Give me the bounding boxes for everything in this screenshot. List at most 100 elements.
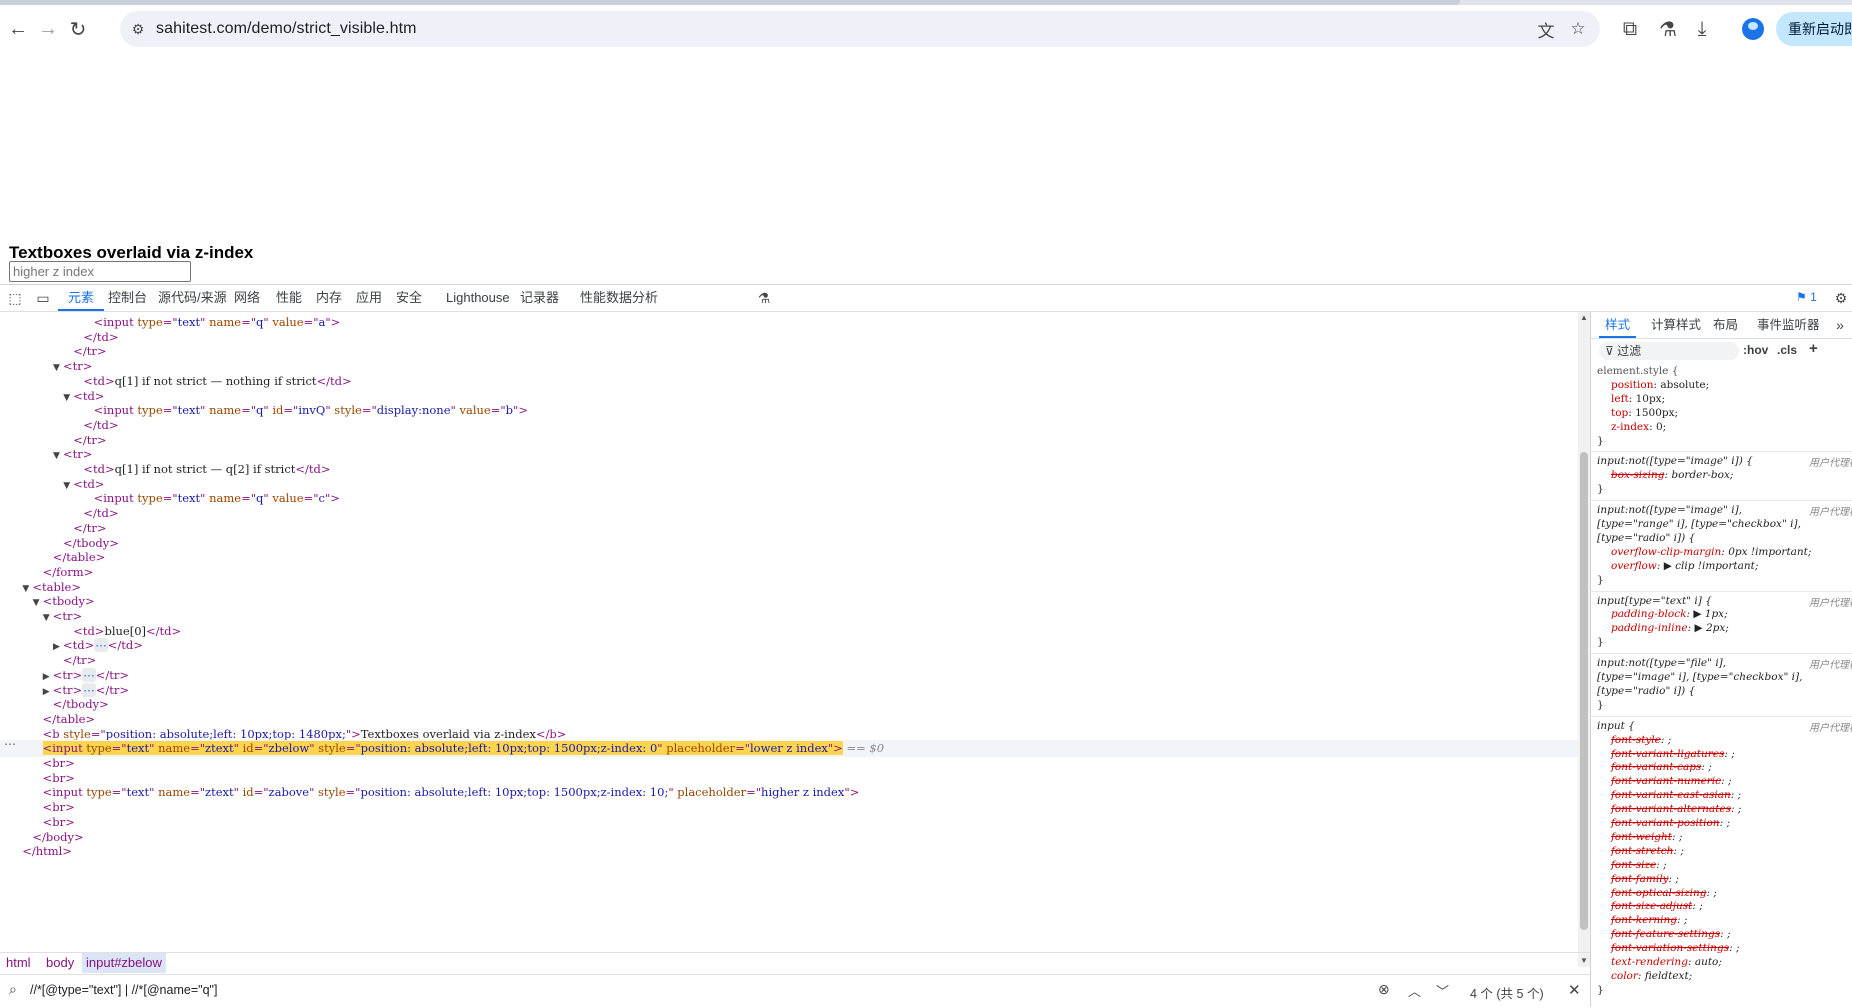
css-property[interactable]: padding-block: ▶ 1px;	[1611, 607, 1728, 621]
dom-node[interactable]: <input type="text" name="q" value="c">	[84, 490, 340, 507]
css-selector[interactable]: [type="radio" i]) {	[1597, 684, 1695, 698]
tab-9[interactable]: 记录器	[520, 285, 559, 311]
dom-node[interactable]: <input type="text" name="q" id="invQ" st…	[84, 402, 528, 419]
tab-8[interactable]: Lighthouse	[446, 285, 510, 311]
inspect-element-icon[interactable]: ⬚	[6, 289, 24, 307]
css-property[interactable]: top: 1500px;	[1611, 406, 1678, 420]
dom-node[interactable]: <input type="text" name="ztext" id="zabo…	[33, 784, 860, 801]
css-property[interactable]: font-variant-east-asian: ;	[1611, 788, 1741, 802]
dom-node[interactable]: <td>q[1] if not strict — nothing if stri…	[73, 373, 351, 390]
css-property[interactable]: position: absolute;	[1611, 378, 1709, 392]
breadcrumb-item[interactable]: input#zbelow	[82, 953, 166, 973]
css-property[interactable]: left: 10px;	[1611, 392, 1665, 406]
tab-2[interactable]: 源代码/来源	[158, 285, 227, 311]
css-selector[interactable]: input:not([type="image" i],	[1597, 503, 1742, 517]
css-property[interactable]: text-rendering: auto;	[1611, 955, 1722, 969]
css-property[interactable]: z-index: 0;	[1611, 420, 1666, 434]
css-selector[interactable]: input[type="text" i] {	[1597, 594, 1712, 608]
css-property[interactable]: font-weight: ;	[1611, 830, 1682, 844]
tab-3[interactable]: 网络	[234, 285, 260, 311]
hov-toggle[interactable]: :hov	[1743, 343, 1768, 357]
star-icon[interactable]: ☆	[1566, 17, 1590, 41]
tune-icon[interactable]: ⚙	[128, 19, 148, 39]
relaunch-button[interactable]: 重新启动即可更新	[1776, 12, 1852, 46]
styles-tab-0[interactable]: 样式	[1598, 312, 1637, 338]
scroll-up-icon[interactable]: ▲	[1578, 312, 1590, 324]
css-property[interactable]: padding-inline: ▶ 2px;	[1611, 621, 1729, 635]
css-property[interactable]: font-variation-settings: ;	[1611, 941, 1740, 955]
styles-tab-1[interactable]: 计算样式	[1651, 312, 1701, 338]
breadcrumb-item[interactable]: body	[46, 953, 74, 973]
css-property[interactable]: font-variant-position: ;	[1611, 816, 1730, 830]
css-property[interactable]: font-size-adjust: ;	[1611, 899, 1703, 913]
close-icon[interactable]: ✕	[1568, 981, 1581, 999]
tab-0[interactable]: 元素	[57, 285, 105, 311]
expand-arrow-icon[interactable]: ▼	[43, 610, 53, 627]
gear-icon[interactable]: ⚙	[1832, 289, 1850, 307]
expand-arrow-icon[interactable]: ▼	[63, 478, 73, 495]
dom-node[interactable]: </html>	[12, 843, 72, 860]
extensions-button[interactable]: ⧉	[1616, 15, 1644, 43]
styles-filter-input[interactable]: ⊽ 过滤	[1599, 342, 1739, 360]
styles-tab-3[interactable]: 事件监听器	[1757, 312, 1820, 338]
expand-arrow-icon[interactable]: ▼	[22, 581, 32, 598]
css-property[interactable]: font-family: ;	[1611, 872, 1679, 886]
dom-node[interactable]: <input type="text" name="q" value="a">	[84, 314, 341, 331]
tab-1[interactable]: 控制台	[108, 285, 147, 311]
css-selector[interactable]: [type="range" i], [type="checkbox" i],	[1597, 517, 1801, 531]
css-selector[interactable]: input {	[1597, 719, 1635, 733]
translate-icon[interactable]: 文	[1534, 17, 1558, 41]
css-property[interactable]: font-stretch: ;	[1611, 844, 1684, 858]
css-selector[interactable]: [type="image" i], [type="checkbox" i],	[1597, 670, 1802, 684]
expand-arrow-icon[interactable]: ▼	[63, 390, 73, 407]
dom-node[interactable]: <td>q[1] if not strict — q[2] if strict<…	[73, 461, 330, 478]
chevron-up-icon[interactable]: ︿	[1408, 981, 1421, 1000]
messages-badge[interactable]: ⚑ 1	[1796, 290, 1817, 304]
address-bar[interactable]: ⚙ sahitest.com/demo/strict_visible.htm 文…	[120, 11, 1600, 47]
tab-10[interactable]: 性能数据分析	[580, 285, 658, 311]
tab-5[interactable]: 内存	[316, 285, 342, 311]
tab-6[interactable]: 应用	[356, 285, 382, 311]
downloads-button[interactable]: ⤓	[1688, 15, 1716, 43]
css-property[interactable]: font-size: ;	[1611, 858, 1667, 872]
css-property[interactable]: box-sizing: border-box;	[1611, 468, 1733, 482]
breadcrumb-item[interactable]: html	[6, 953, 31, 973]
css-property[interactable]: font-variant-caps: ;	[1611, 760, 1712, 774]
expand-arrow-icon[interactable]: ▼	[53, 448, 63, 465]
css-property[interactable]: font-variant-ligatures: ;	[1611, 747, 1735, 761]
more-options-icon[interactable]: ⋯	[4, 737, 16, 751]
elements-scrollbar[interactable]: ▲ ▼	[1578, 312, 1590, 967]
higher-z-index-input[interactable]: higher z index	[9, 261, 191, 282]
url-text[interactable]: sahitest.com/demo/strict_visible.htm	[156, 20, 417, 38]
css-property[interactable]: color: fieldtext;	[1611, 969, 1692, 983]
css-property[interactable]: font-optical-sizing: ;	[1611, 886, 1717, 900]
back-button[interactable]: ←	[4, 15, 32, 43]
css-property[interactable]: font-variant-alternates: ;	[1611, 802, 1741, 816]
tab-7[interactable]: 安全	[396, 285, 422, 311]
css-property[interactable]: font-variant-numeric: ;	[1611, 774, 1732, 788]
chevron-down-icon[interactable]: ﹀	[1436, 981, 1449, 1000]
new-rule-icon[interactable]: +	[1809, 340, 1818, 357]
scrollbar-thumb[interactable]	[1580, 452, 1588, 930]
elements-tree[interactable]: <input type="text" name="q" value="a"> </…	[0, 312, 1578, 952]
clear-search-icon[interactable]: ⊗	[1378, 981, 1390, 998]
css-property[interactable]: font-kerning: ;	[1611, 913, 1687, 927]
tab-4[interactable]: 性能	[276, 285, 302, 311]
css-selector[interactable]: element.style {	[1597, 364, 1678, 378]
more-tabs-icon[interactable]: »	[1831, 316, 1849, 334]
css-selector[interactable]: input:not([type="file" i],	[1597, 656, 1726, 670]
expand-arrow-icon[interactable]: ▼	[33, 595, 43, 612]
reload-button[interactable]: ↻	[64, 15, 92, 43]
labs-button[interactable]: ⚗	[1654, 15, 1682, 43]
forward-button[interactable]: →	[34, 15, 62, 43]
styles-tab-2[interactable]: 布局	[1713, 312, 1738, 338]
css-property[interactable]: overflow-clip-margin: 0px !important;	[1611, 545, 1811, 559]
css-property[interactable]: overflow: ▶ clip !important;	[1611, 559, 1758, 573]
device-toolbar-icon[interactable]: ▭	[34, 289, 52, 307]
expand-arrow-icon[interactable]: ▼	[53, 360, 63, 377]
avatar-icon[interactable]	[1742, 18, 1764, 40]
css-property[interactable]: font-feature-settings: ;	[1611, 927, 1731, 941]
css-property[interactable]: font-style: ;	[1611, 733, 1671, 747]
cls-toggle[interactable]: .cls	[1777, 343, 1797, 357]
search-input[interactable]: //*[@type="text"] | //*[@name="q"]	[30, 983, 217, 997]
